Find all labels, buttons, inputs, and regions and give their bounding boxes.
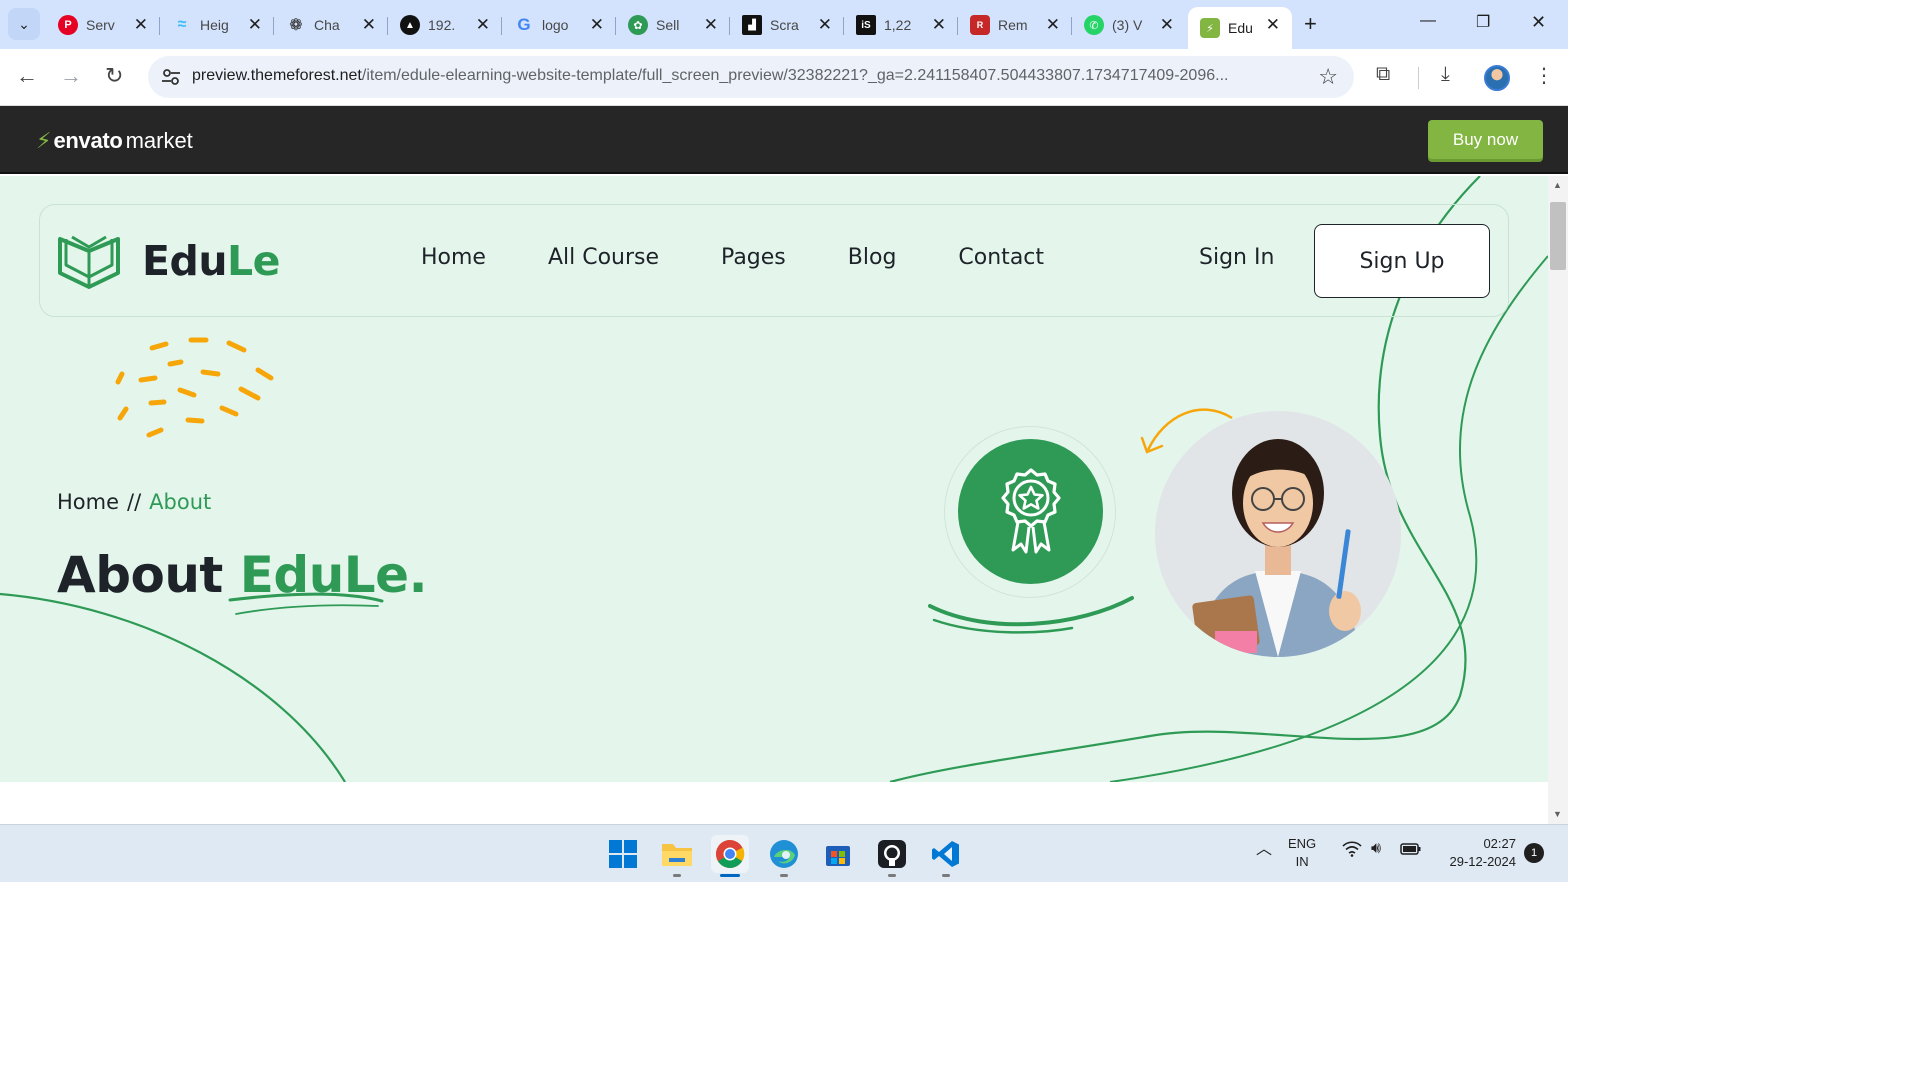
close-tab-icon[interactable]: ✕: [248, 15, 262, 35]
edule-logo[interactable]: EduLe: [58, 233, 280, 289]
nav-contact[interactable]: Contact: [958, 245, 1044, 270]
browser-tab-active[interactable]: ⚡ Edu ✕: [1188, 7, 1292, 49]
windows-start-icon[interactable]: [604, 835, 642, 873]
notification-badge[interactable]: 1: [1524, 843, 1544, 863]
vscode-icon[interactable]: [927, 835, 965, 877]
whatsapp-icon: ✆: [1084, 15, 1104, 35]
student-portrait-image: [1155, 411, 1401, 657]
award-badge: [958, 439, 1103, 584]
file-explorer-icon[interactable]: [658, 835, 696, 877]
chrome-icon[interactable]: [711, 835, 749, 877]
sign-in-link[interactable]: Sign In: [1199, 245, 1274, 270]
clock[interactable]: 02:27 29-12-2024: [1440, 835, 1517, 871]
close-tab-icon[interactable]: ✕: [1046, 15, 1060, 35]
wifi-icon[interactable]: [1342, 841, 1362, 862]
page-below-fold: [0, 782, 1548, 824]
nav-blog[interactable]: Blog: [848, 245, 897, 270]
forward-icon[interactable]: →: [60, 64, 82, 88]
address-bar[interactable]: preview.themeforest.net/item/edule-elear…: [148, 56, 1354, 98]
browser-tab[interactable]: R Rem ✕: [958, 7, 1072, 43]
browser-tab[interactable]: ❁ Cha ✕: [274, 7, 388, 43]
profile-avatar[interactable]: [1484, 65, 1510, 91]
browser-tab[interactable]: ▟ Scra ✕: [730, 7, 844, 43]
bookmark-star-icon[interactable]: ☆: [1318, 64, 1338, 90]
browser-tab-strip: ⌄ P Serv ✕ ≈ Heig ✕ ❁ Cha ✕ ▲ 192. ✕ G l…: [0, 0, 1568, 49]
google-icon: G: [517, 15, 531, 34]
chatgpt-icon: ❁: [289, 17, 303, 34]
battery-icon[interactable]: [1400, 842, 1422, 861]
browser-tab[interactable]: ▲ 192. ✕: [388, 7, 502, 43]
scrape-icon: ▟: [742, 15, 762, 35]
store-icon[interactable]: [819, 835, 857, 873]
edge-icon[interactable]: [765, 835, 803, 877]
browser-toolbar: ← → ↻ preview.themeforest.net/item/edule…: [0, 49, 1568, 106]
close-tab-icon[interactable]: ✕: [1266, 15, 1280, 35]
envato-leaf-icon: ⚡: [36, 128, 52, 153]
page-title: About EduLe.: [57, 546, 428, 604]
nav-all-course[interactable]: All Course: [548, 245, 659, 270]
scrollbar-thumb[interactable]: [1550, 202, 1566, 270]
close-window-icon[interactable]: ✕: [1531, 12, 1546, 33]
envato-preview-bar: ⚡ envato market Buy now: [0, 106, 1568, 174]
scroll-up-icon[interactable]: ▲: [1553, 180, 1562, 190]
browser-tab[interactable]: ✿ Sell ✕: [616, 7, 730, 43]
sign-up-button[interactable]: Sign Up: [1314, 224, 1490, 298]
restore-icon[interactable]: ❐: [1476, 12, 1490, 32]
browser-tab[interactable]: iS 1,22 ✕: [844, 7, 958, 43]
close-tab-icon[interactable]: ✕: [1160, 15, 1174, 35]
site-header: EduLe Home All Course Pages Blog Contact…: [39, 204, 1509, 317]
download-icon[interactable]: ⤓: [1441, 63, 1450, 86]
back-icon[interactable]: ←: [16, 64, 38, 88]
envato-icon: ⚡: [1200, 18, 1220, 38]
page-scrollbar[interactable]: ▲ ▼: [1548, 176, 1568, 824]
main-nav: Home All Course Pages Blog Contact: [421, 245, 1106, 270]
buy-now-button[interactable]: Buy now: [1428, 120, 1543, 159]
minimize-icon[interactable]: —: [1420, 12, 1436, 30]
pinterest-icon: P: [58, 15, 78, 35]
breadcrumb-current: About: [149, 490, 212, 514]
tab-search-button[interactable]: ⌄: [8, 8, 40, 40]
template-preview-page: EduLe Home All Course Pages Blog Contact…: [0, 176, 1548, 782]
extensions-icon[interactable]: ⧉: [1376, 63, 1390, 86]
is-icon: iS: [856, 15, 876, 35]
browser-tab[interactable]: P Serv ✕: [46, 7, 160, 43]
envato-market-logo[interactable]: ⚡ envato market: [36, 128, 193, 154]
student-photo: [1155, 411, 1401, 657]
reload-icon[interactable]: ↻: [105, 64, 123, 88]
language-indicator[interactable]: ENG IN: [1288, 835, 1316, 871]
menu-dots-icon[interactable]: ⋮: [1534, 63, 1554, 88]
github-icon[interactable]: [873, 835, 911, 877]
close-tab-icon[interactable]: ✕: [932, 15, 946, 35]
nav-home[interactable]: Home: [421, 245, 486, 270]
remove-icon: R: [970, 15, 990, 35]
close-tab-icon[interactable]: ✕: [476, 15, 490, 35]
chevron-down-icon: ⌄: [18, 15, 30, 32]
sell-icon: ✿: [628, 15, 648, 35]
close-tab-icon[interactable]: ✕: [134, 15, 148, 35]
tailwind-icon: ≈: [177, 16, 187, 33]
scroll-down-icon[interactable]: ▼: [1553, 809, 1562, 819]
url-text[interactable]: preview.themeforest.net/item/edule-elear…: [192, 67, 1302, 85]
site-info-icon[interactable]: [160, 66, 182, 88]
close-tab-icon[interactable]: ✕: [590, 15, 604, 35]
close-tab-icon[interactable]: ✕: [704, 15, 718, 35]
tray-overflow-chevron-icon[interactable]: ︿: [1256, 841, 1272, 859]
nav-pages[interactable]: Pages: [721, 245, 786, 270]
new-tab-button[interactable]: +: [1304, 12, 1317, 36]
close-tab-icon[interactable]: ✕: [818, 15, 832, 35]
award-ribbon-icon: [1000, 467, 1061, 553]
browser-tab[interactable]: ✆ (3) V ✕: [1072, 7, 1186, 43]
windows-taskbar: ︿ ENG IN 🔊︎ 02:27 29-12-2024: [0, 824, 1568, 882]
breadcrumb: Home//About: [57, 490, 212, 514]
triangle-icon: ▲: [400, 15, 420, 35]
volume-icon[interactable]: 🔊︎: [1371, 840, 1381, 858]
close-tab-icon[interactable]: ✕: [362, 15, 376, 35]
browser-tab[interactable]: G logo ✕: [502, 7, 616, 43]
browser-tab[interactable]: ≈ Heig ✕: [160, 7, 274, 43]
breadcrumb-home[interactable]: Home: [57, 490, 119, 514]
open-book-icon: [58, 235, 120, 289]
